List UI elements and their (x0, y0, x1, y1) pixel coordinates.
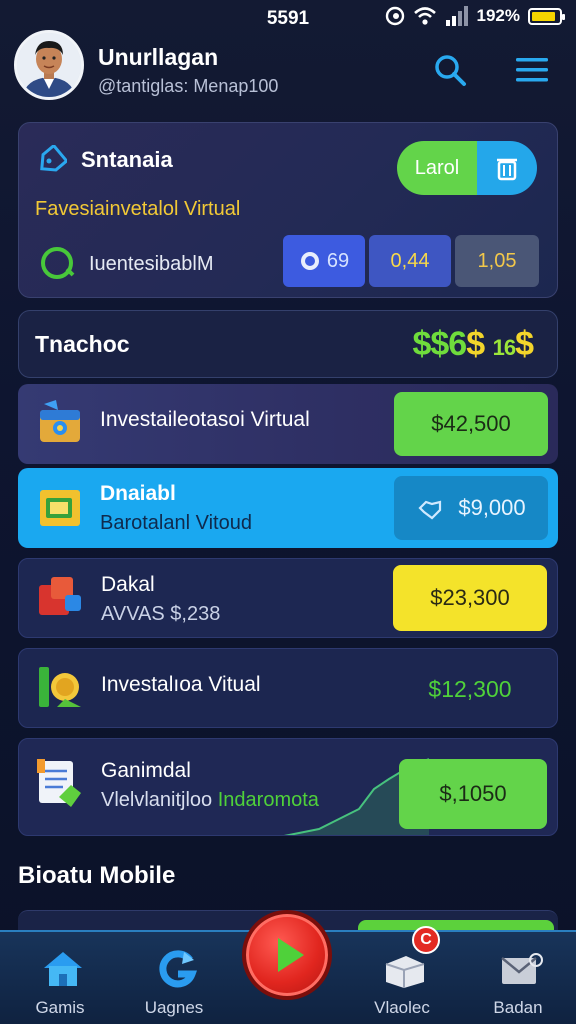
home-icon (44, 952, 82, 986)
trash-icon (497, 158, 517, 181)
nav-item-games[interactable]: Gamis (10, 946, 110, 1020)
toggle-pill-button[interactable]: Larol (397, 141, 537, 195)
investment-row-5[interactable]: Ganimdal Vlelvlanitjloo Indaromota $,105… (18, 738, 558, 836)
row-2-value: $9,000 (458, 495, 526, 520)
coin-icon (300, 252, 319, 270)
row-2-title: Dnaiabl (100, 482, 176, 505)
investment-row-2[interactable]: Dnaiabl Barotalanl Vitoud $9,000 (18, 468, 558, 548)
document-chart-icon (37, 759, 81, 807)
row-2-subtitle: Barotalanl Vitoud (100, 512, 252, 534)
row-5-title: Ganimdal (101, 759, 191, 782)
row-5-sub-white: Vlelvlanitjloo (101, 789, 213, 811)
summary-label: IuentesibablМ (89, 253, 214, 275)
crate-icon (40, 490, 80, 526)
nav-label-video: Vlaolec (374, 998, 430, 1017)
hamburger-menu-icon (516, 58, 548, 82)
menu-button[interactable] (512, 50, 552, 90)
treasure-box-icon (40, 400, 80, 442)
row-4-value[interactable]: $12,300 (393, 657, 547, 721)
row-3-value-button[interactable]: $23,300 (393, 565, 547, 631)
nav-label-games: Gamis (35, 998, 85, 1017)
user-avatar-icon (17, 33, 81, 97)
avatar[interactable] (14, 30, 84, 100)
stat-box-2[interactable]: 0,44 (369, 235, 451, 287)
notification-badge: C (412, 926, 440, 954)
row-1-title: Investaileotasoi Virtual (100, 408, 310, 431)
stat-value-3: 1,05 (477, 249, 517, 272)
nav-item-badan[interactable]: Badan (468, 946, 568, 1020)
amount-small: 16 (492, 335, 517, 360)
row-5-subtitle: Vlelvlanitjloo Indaromota (101, 789, 319, 812)
mail-icon (501, 953, 543, 984)
do-not-disturb-icon (385, 6, 404, 26)
refresh-g-icon (159, 950, 198, 988)
row-1-value-button[interactable]: $42,500 (394, 392, 548, 456)
nav-label-badan: Badan (493, 998, 543, 1017)
nav-label-leagues: Uagnes (144, 998, 204, 1017)
stat-box-1[interactable]: 69 (283, 235, 365, 287)
tag-icon (40, 145, 67, 172)
row-5-sub-green: Indaromota (217, 789, 319, 811)
user-name: Unurllagan (98, 44, 219, 70)
pill-label: Larol (397, 141, 477, 195)
battery-percent: 192% (476, 6, 520, 25)
stat-value-2: 0,44 (390, 249, 430, 272)
investment-row-1[interactable]: Investaileotasoi Virtual $42,500 (18, 384, 558, 464)
coin-stack-icon (39, 667, 81, 707)
user-handle: @tantiglas: Menap100 (98, 76, 279, 96)
nav-item-leagues[interactable]: Uagnes (124, 946, 224, 1020)
search-icon (435, 55, 466, 86)
search-button[interactable] (430, 50, 470, 90)
battery-icon (528, 7, 565, 25)
investment-row-4[interactable]: Investalıoa Vitual $12,300 (18, 648, 558, 728)
summary-subtitle: Favesiainvetalol Virtual (35, 198, 241, 220)
header: Unurllagan @tantiglas: Menap100 (0, 24, 576, 114)
transactions-label: Tnachoc (35, 331, 130, 357)
row-4-title: Investalıoa Vitual (101, 673, 261, 696)
red-block-icon (39, 577, 81, 615)
signal-icon (445, 6, 468, 26)
status-icons: 192% (385, 6, 565, 26)
stat-box-3[interactable]: 1,05 (455, 235, 539, 287)
row-3-subtitle: AVVAS $,238 (101, 603, 221, 625)
transactions-amount: $$6$ 16$ (412, 325, 534, 364)
pill-icon-area (477, 141, 537, 195)
section-title: Bioatu Mobile (18, 862, 176, 889)
stat-value-1: 69 (326, 249, 350, 272)
play-button[interactable] (242, 910, 332, 1000)
row-5-value-button[interactable]: $,1050 (399, 759, 547, 829)
summary-title: Sntanaia (81, 147, 173, 172)
refresh-circle-icon (41, 247, 75, 279)
row-2-value-button[interactable]: $9,000 (394, 476, 548, 540)
investment-row-3[interactable]: Dakal AVVAS $,238 $23,300 (18, 558, 558, 638)
amount-end: $ (515, 325, 534, 363)
amount-green: $$6 (412, 325, 467, 363)
wifi-icon (413, 7, 436, 25)
play-icon (278, 938, 304, 972)
transactions-card[interactable]: Tnachoc $$6$ 16$ (18, 310, 558, 378)
nav-item-video[interactable]: Vlaolec (352, 946, 452, 1020)
amount-yellow: $ (466, 325, 485, 363)
row-3-title: Dakal (101, 573, 155, 596)
summary-card: Sntanaia Favesiainvetalol Virtual Iuente… (18, 122, 558, 298)
handshake-icon (418, 500, 442, 520)
